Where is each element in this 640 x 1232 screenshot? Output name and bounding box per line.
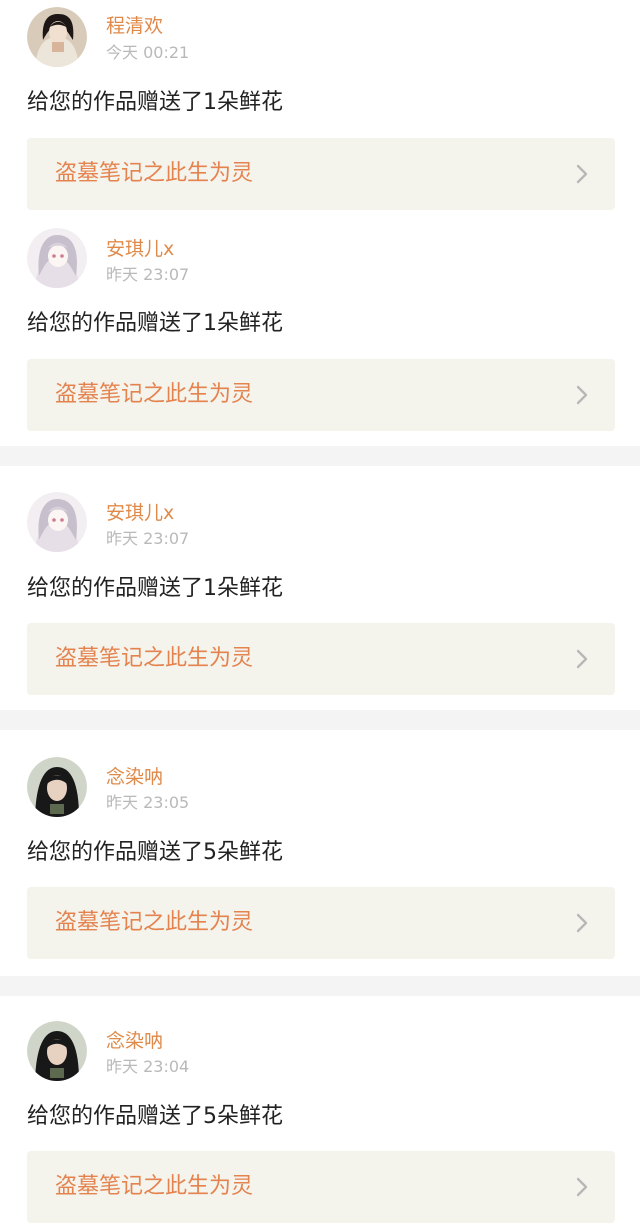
username[interactable]: 程清欢 — [106, 15, 163, 37]
chevron-right-icon — [576, 385, 588, 405]
work-title: 盗墓笔记之此生为灵 — [55, 382, 254, 407]
avatar-image — [27, 1021, 87, 1081]
user-avatar[interactable] — [27, 757, 87, 817]
notification-card: 念染呐 昨天 23:05 给您的作品赠送了5朵鲜花 盗墓笔记之此生为灵 — [0, 730, 640, 976]
chevron-right-icon — [576, 913, 588, 933]
notification-feed: 程清欢 今天 00:21 给您的作品赠送了1朵鲜花 盗墓笔记之此生为灵 安琪儿x… — [0, 0, 640, 1232]
avatar-image — [27, 228, 87, 288]
work-link-row[interactable]: 盗墓笔记之此生为灵 — [27, 138, 615, 210]
username[interactable]: 念染呐 — [106, 1030, 163, 1052]
username[interactable]: 安琪儿x — [106, 502, 174, 524]
user-avatar[interactable] — [27, 1021, 87, 1081]
work-link-row[interactable]: 盗墓笔记之此生为灵 — [27, 887, 615, 959]
username[interactable]: 念染呐 — [106, 766, 163, 788]
gift-message: 给您的作品赠送了5朵鲜花 — [27, 840, 283, 865]
notification-card: 安琪儿x 昨天 23:07 给您的作品赠送了1朵鲜花 盗墓笔记之此生为灵 — [0, 219, 640, 446]
work-title: 盗墓笔记之此生为灵 — [55, 646, 254, 671]
user-avatar[interactable] — [27, 492, 87, 552]
work-title: 盗墓笔记之此生为灵 — [55, 910, 254, 935]
chevron-right-icon — [576, 1177, 588, 1197]
avatar-image — [27, 492, 87, 552]
work-title: 盗墓笔记之此生为灵 — [55, 1174, 254, 1199]
timestamp: 昨天 23:04 — [106, 1057, 190, 1076]
timestamp: 昨天 23:05 — [106, 793, 190, 812]
work-link-row[interactable]: 盗墓笔记之此生为灵 — [27, 359, 615, 431]
avatar-image — [27, 7, 87, 67]
gift-message: 给您的作品赠送了5朵鲜花 — [27, 1104, 283, 1129]
timestamp: 今天 00:21 — [106, 43, 190, 62]
notification-card: 程清欢 今天 00:21 给您的作品赠送了1朵鲜花 盗墓笔记之此生为灵 — [0, 0, 640, 219]
notification-card: 安琪儿x 昨天 23:07 给您的作品赠送了1朵鲜花 盗墓笔记之此生为灵 — [0, 466, 640, 710]
gift-message: 给您的作品赠送了1朵鲜花 — [27, 576, 283, 601]
work-link-row[interactable]: 盗墓笔记之此生为灵 — [27, 1151, 615, 1223]
timestamp: 昨天 23:07 — [106, 265, 190, 284]
notification-card: 念染呐 昨天 23:04 给您的作品赠送了5朵鲜花 盗墓笔记之此生为灵 — [0, 996, 640, 1232]
gift-message: 给您的作品赠送了1朵鲜花 — [27, 311, 283, 336]
username[interactable]: 安琪儿x — [106, 238, 174, 260]
chevron-right-icon — [576, 649, 588, 669]
avatar-image — [27, 757, 87, 817]
work-link-row[interactable]: 盗墓笔记之此生为灵 — [27, 623, 615, 695]
timestamp: 昨天 23:07 — [106, 529, 190, 548]
chevron-right-icon — [576, 164, 588, 184]
work-title: 盗墓笔记之此生为灵 — [55, 161, 254, 186]
user-avatar[interactable] — [27, 7, 87, 67]
gift-message: 给您的作品赠送了1朵鲜花 — [27, 90, 283, 115]
user-avatar[interactable] — [27, 228, 87, 288]
